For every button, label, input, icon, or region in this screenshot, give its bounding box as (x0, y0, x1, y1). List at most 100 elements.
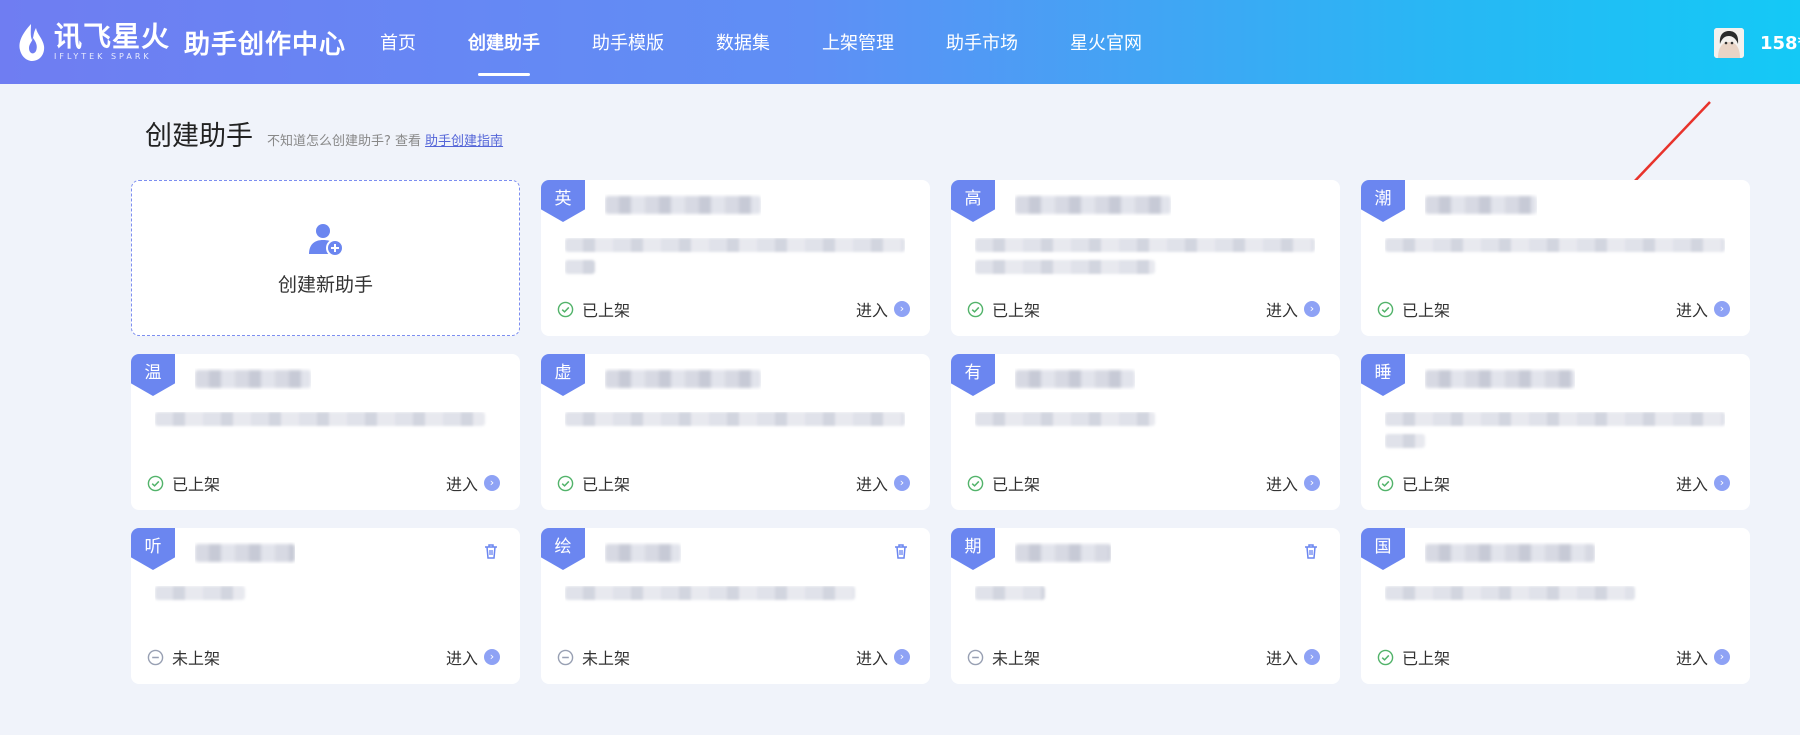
chevron-right-icon: › (1304, 649, 1320, 665)
brand-name: 讯飞星火 (54, 20, 171, 53)
assistant-card[interactable]: 睡 已上架 进入 › (1361, 354, 1750, 510)
enter-button[interactable]: 进入 › (446, 471, 500, 495)
assistant-description-redacted (155, 412, 495, 452)
spark-flame-icon (19, 24, 45, 61)
nav-create-assistant[interactable]: 创建助手 (468, 0, 540, 84)
nav-datasets[interactable]: 数据集 (716, 0, 770, 84)
status-listed: 已上架 (557, 297, 630, 321)
nav-assistant-templates[interactable]: 助手模版 (592, 0, 664, 84)
status-listed: 已上架 (147, 471, 220, 495)
assistant-card[interactable]: 绘 未上架 进入 › (541, 528, 930, 684)
create-new-assistant-label: 创建新助手 (277, 273, 373, 296)
assistant-name-redacted (1015, 194, 1171, 216)
assistant-card[interactable]: 听 未上架 进入 › (131, 528, 520, 684)
assistant-description-redacted (1385, 586, 1725, 626)
assistant-description-redacted (1385, 238, 1725, 278)
assistant-badge: 虚 (541, 354, 585, 396)
enter-button[interactable]: 进入 › (1266, 297, 1320, 321)
status-listed: 已上架 (1377, 645, 1450, 669)
assistant-badge: 听 (131, 528, 175, 570)
assistant-badge: 英 (541, 180, 585, 222)
chevron-right-icon: › (1304, 301, 1320, 317)
assistant-card[interactable]: 温 已上架 进入 › (131, 354, 520, 510)
check-circle-icon (557, 475, 574, 491)
guide-link[interactable]: 助手创建指南 (425, 134, 503, 149)
username: 158* (1760, 32, 1800, 54)
assistant-name-redacted (605, 194, 761, 216)
enter-button[interactable]: 进入 › (856, 645, 910, 669)
assistant-card[interactable]: 有 已上架 进入 › (951, 354, 1340, 510)
user-menu[interactable]: 158* (1714, 28, 1800, 58)
brand-logo[interactable]: 讯飞星火 IFLYTEK SPARK 助手创作中心 (16, 20, 346, 64)
minus-circle-icon (557, 649, 574, 665)
enter-button[interactable]: 进入 › (446, 645, 500, 669)
assistant-grid: 创建新助手 英 已上架 进入› 高 已上架 进入› 潮 已上架 进入› 温 (131, 180, 1751, 684)
assistant-name-redacted (195, 368, 311, 390)
assistant-card[interactable]: 潮 已上架 进入 › (1361, 180, 1750, 336)
assistant-name-redacted (1015, 368, 1135, 390)
nav-home[interactable]: 首页 (380, 0, 416, 84)
assistant-card[interactable]: 虚 已上架 进入 › (541, 354, 930, 510)
status-listed: 已上架 (1377, 297, 1450, 321)
assistant-description-redacted (565, 412, 905, 452)
assistant-name-redacted (605, 368, 761, 390)
chevron-right-icon: › (1714, 301, 1730, 317)
status-listed: 已上架 (557, 471, 630, 495)
chevron-right-icon: › (1714, 649, 1730, 665)
status-listed: 已上架 (967, 471, 1040, 495)
assistant-card[interactable]: 高 已上架 进入 › (951, 180, 1340, 336)
trash-icon[interactable] (892, 542, 910, 560)
create-new-assistant-card[interactable]: 创建新助手 (131, 180, 520, 336)
assistant-description-redacted (565, 238, 905, 278)
enter-button[interactable]: 进入 › (1266, 645, 1320, 669)
assistant-card[interactable]: 期 未上架 进入 › (951, 528, 1340, 684)
chevron-right-icon: › (894, 301, 910, 317)
enter-button[interactable]: 进入 › (1676, 645, 1730, 669)
assistant-badge: 潮 (1361, 180, 1405, 222)
enter-button[interactable]: 进入 › (1266, 471, 1320, 495)
nav-listing-management[interactable]: 上架管理 (822, 0, 894, 84)
assistant-badge: 有 (951, 354, 995, 396)
assistant-badge: 温 (131, 354, 175, 396)
assistant-badge: 高 (951, 180, 995, 222)
check-circle-icon (147, 475, 164, 491)
status-listed: 已上架 (967, 297, 1040, 321)
nav-assistant-market[interactable]: 助手市场 (946, 0, 1018, 84)
assistant-description-redacted (565, 586, 905, 626)
assistant-card[interactable]: 国 已上架 进入 › (1361, 528, 1750, 684)
enter-button[interactable]: 进入 › (1676, 297, 1730, 321)
check-circle-icon (967, 475, 984, 491)
assistant-description-redacted (975, 238, 1315, 278)
assistant-name-redacted (605, 542, 681, 564)
assistant-card[interactable]: 英 已上架 进入 › (541, 180, 930, 336)
chevron-right-icon: › (894, 649, 910, 665)
brand-subtitle: IFLYTEK SPARK (54, 52, 152, 61)
minus-circle-icon (967, 649, 984, 665)
assistant-name-redacted (1015, 542, 1111, 564)
trash-icon[interactable] (482, 542, 500, 560)
enter-button[interactable]: 进入 › (1676, 471, 1730, 495)
assistant-description-redacted (155, 586, 495, 626)
chevron-right-icon: › (894, 475, 910, 491)
assistant-name-redacted (195, 542, 295, 564)
enter-button[interactable]: 进入 › (856, 471, 910, 495)
chevron-right-icon: › (484, 649, 500, 665)
assistant-badge: 绘 (541, 528, 585, 570)
assistant-name-redacted (1425, 542, 1595, 564)
assistant-description-redacted (975, 586, 1315, 626)
status-unlisted: 未上架 (967, 645, 1040, 669)
nav-spark-website[interactable]: 星火官网 (1070, 0, 1142, 84)
assistant-badge: 睡 (1361, 354, 1405, 396)
add-user-icon (308, 223, 344, 257)
assistant-description-redacted (1385, 412, 1725, 452)
assistant-badge: 期 (951, 528, 995, 570)
check-circle-icon (557, 301, 574, 317)
avatar[interactable] (1714, 28, 1744, 58)
guide-hint: 不知道怎么创建助手? 查看 助手创建指南 (267, 130, 503, 149)
trash-icon[interactable] (1302, 542, 1320, 560)
chevron-right-icon: › (484, 475, 500, 491)
check-circle-icon (1377, 301, 1394, 317)
enter-button[interactable]: 进入 › (856, 297, 910, 321)
chevron-right-icon: › (1304, 475, 1320, 491)
assistant-badge: 国 (1361, 528, 1405, 570)
